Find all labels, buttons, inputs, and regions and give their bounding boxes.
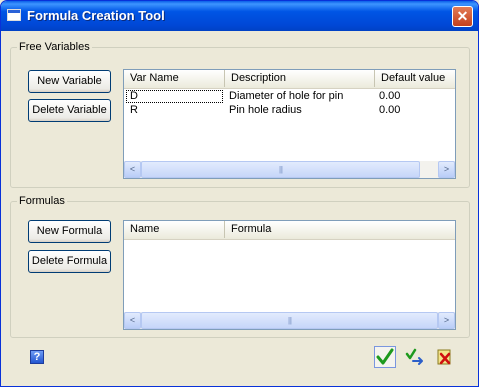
column-header-name[interactable]: Name [124,221,225,238]
default-value-cell: 0.00 [379,90,401,102]
apply-button[interactable] [404,346,426,368]
ok-button[interactable] [374,346,396,368]
cancel-button[interactable] [434,346,456,368]
scroll-left-icon[interactable]: < [124,161,141,178]
scroll-right-icon[interactable]: > [438,161,455,178]
table-row[interactable]: R Pin hole radius 0.00 [124,104,455,117]
horizontal-scrollbar[interactable]: < ||| > [124,161,455,178]
title-bar[interactable]: Formula Creation Tool ✕ [1,1,478,31]
checkmark-icon [376,348,394,365]
close-button[interactable]: ✕ [452,6,473,27]
free-variables-list[interactable]: Var Name Description Default value D Dia… [123,69,456,179]
table-row[interactable]: D Diameter of hole for pin 0.00 [124,90,455,103]
free-variables-legend: Free Variables [19,41,90,53]
var-name-cell[interactable]: D [126,90,223,103]
scroll-thumb[interactable]: ||| [141,161,420,178]
default-value-cell: 0.00 [379,104,401,116]
formulas-legend: Formulas [19,195,65,207]
column-header-formula[interactable]: Formula [225,221,455,238]
new-formula-button[interactable]: New Formula [28,220,111,243]
var-name-cell[interactable]: R [126,104,223,117]
formula-creation-window: Formula Creation Tool ✕ Free Variables N… [0,0,479,387]
help-icon[interactable]: ? [30,350,44,364]
delete-formula-button[interactable]: Delete Formula [28,250,111,273]
window-app-icon [7,9,21,21]
scroll-right-icon[interactable]: > [438,312,455,329]
horizontal-scrollbar[interactable]: < ||| > [124,312,455,329]
formulas-header: Name Formula [124,221,455,240]
new-variable-button[interactable]: New Variable [28,70,111,93]
close-icon: ✕ [456,8,469,24]
column-header-description[interactable]: Description [225,70,375,87]
apply-arrow-icon [405,348,423,365]
column-header-var-name[interactable]: Var Name [124,70,225,87]
description-cell: Pin hole radius [229,104,302,116]
window-title: Formula Creation Tool [27,8,165,23]
scroll-thumb[interactable]: ||| [141,312,438,329]
scroll-left-icon[interactable]: < [124,312,141,329]
formulas-list[interactable]: Name Formula < ||| > [123,220,456,330]
description-cell: Diameter of hole for pin [229,90,344,102]
cancel-icon [437,349,451,365]
delete-variable-button[interactable]: Delete Variable [28,99,111,122]
column-header-default-value[interactable]: Default value [375,70,455,87]
free-variables-header: Var Name Description Default value [124,70,455,89]
